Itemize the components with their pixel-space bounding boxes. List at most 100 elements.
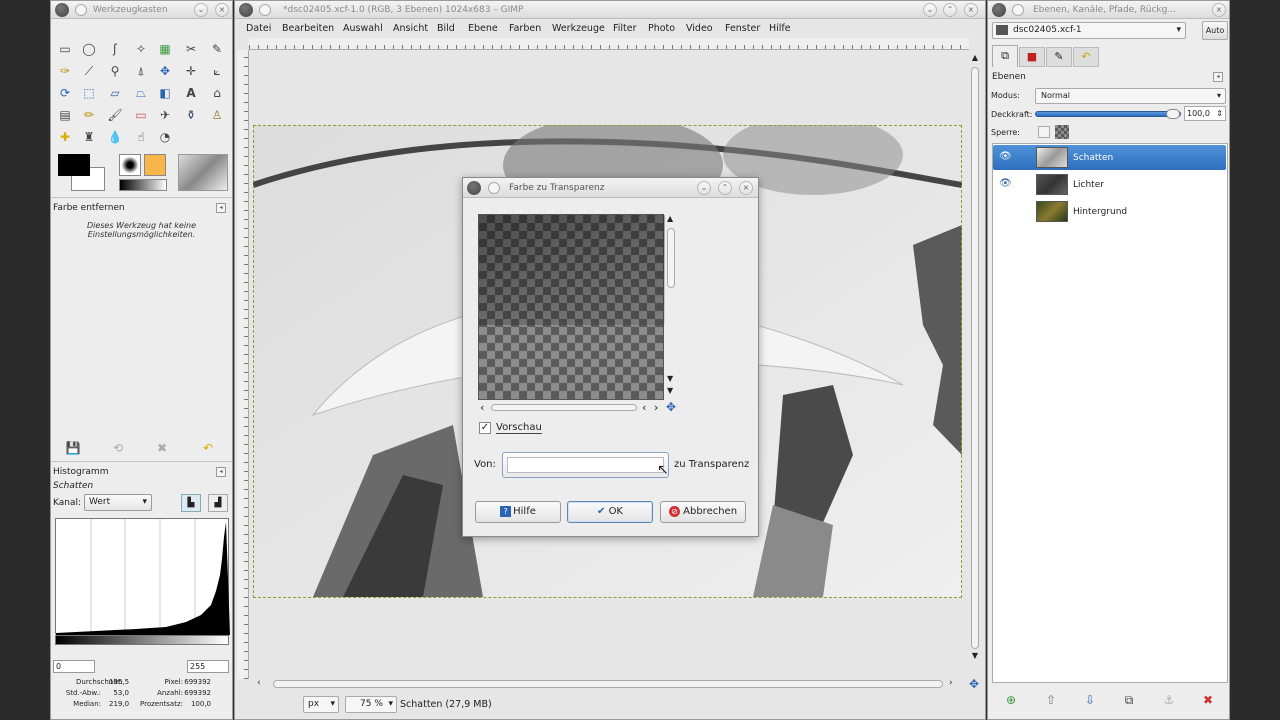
close-button[interactable]: × [739, 181, 753, 195]
scroll-left-icon[interactable]: ‹ [257, 678, 261, 688]
scissors-icon[interactable]: ✂ [181, 39, 201, 59]
unit-select[interactable]: px ▾ [303, 696, 339, 713]
lower-layer-icon[interactable]: ⇩ [1080, 690, 1100, 710]
layer-row-hintergrund[interactable]: Hintergrund [993, 199, 1226, 224]
preview-scroll-left2-icon[interactable]: ‹ [642, 401, 646, 414]
vertical-scrollbar[interactable]: ▲ ▼ [969, 53, 981, 663]
zoom-icon[interactable]: ⚲ [105, 61, 125, 81]
preview-area[interactable] [478, 214, 665, 400]
menu-werkzeuge[interactable]: Werkzeuge [552, 23, 605, 34]
linear-histogram-icon[interactable]: ▙ [181, 494, 201, 512]
menu-auswahl[interactable]: Auswahl [343, 23, 383, 34]
dodge-burn-icon[interactable]: ◔ [155, 127, 175, 147]
image-select[interactable]: dsc02405.xcf-1 ▾ [992, 22, 1186, 39]
cage-icon[interactable]: ⌂ [207, 83, 227, 103]
delete-layer-icon[interactable]: ✖ [1198, 690, 1218, 710]
move-icon[interactable]: ✥ [155, 61, 175, 81]
preview-scroll-down-icon[interactable]: ▼ [667, 374, 673, 383]
flip-icon[interactable]: ◧ [155, 83, 175, 103]
menu-filter[interactable]: Filter [613, 23, 637, 34]
smudge-icon[interactable]: ☝ [131, 127, 151, 147]
ok-button[interactable]: ✔ OK [567, 501, 653, 523]
navigate-icon[interactable]: ✥ [969, 677, 979, 691]
from-color-button[interactable] [502, 452, 669, 478]
tab-channels[interactable]: ■ [1019, 47, 1045, 67]
text-icon[interactable]: A [181, 83, 201, 103]
hscroll-thumb[interactable] [273, 680, 943, 688]
layer-row-schatten[interactable]: 👁 Schatten [993, 145, 1226, 170]
brush-preview[interactable] [119, 154, 141, 176]
raise-layer-icon[interactable]: ⇧ [1041, 690, 1061, 710]
menu-datei[interactable]: Datei [246, 23, 271, 34]
lasso-icon[interactable]: ʃ [105, 39, 125, 59]
scroll-thumb[interactable] [971, 67, 979, 649]
fuzzy-select-icon[interactable]: ✧ [131, 39, 151, 59]
menu-ebene[interactable]: Ebene [468, 23, 498, 34]
perspective-clone-icon[interactable]: ♜ [79, 127, 99, 147]
lock-alpha-icon[interactable] [1055, 125, 1069, 139]
preview-scroll-left-icon[interactable]: ‹ [480, 401, 484, 414]
preview-hscroll-thumb[interactable] [491, 404, 637, 411]
opacity-spinbox[interactable]: 100,0 ⇕ [1184, 106, 1226, 121]
horizontal-scrollbar[interactable]: ‹ › [253, 678, 963, 690]
minimize-button[interactable]: ⌄ [697, 181, 711, 195]
tab-undo[interactable]: ↶ [1073, 47, 1099, 67]
color-select-icon[interactable]: ▦ [155, 39, 175, 59]
menu-video[interactable]: Video [686, 23, 713, 34]
preview-navigate-icon[interactable]: ✥ [666, 400, 676, 414]
crop-icon[interactable]: ⟀ [207, 61, 227, 81]
menu-bearbeiten[interactable]: Bearbeiten [282, 23, 334, 34]
tab-paths[interactable]: ✎ [1046, 47, 1072, 67]
close-button[interactable]: × [1212, 3, 1226, 17]
eye-icon[interactable]: 👁 [999, 151, 1012, 162]
scale-icon[interactable]: ⬚ [79, 83, 99, 103]
minimize-button[interactable]: ⌄ [194, 3, 208, 17]
menu-hilfe[interactable]: Hilfe [769, 23, 791, 34]
mode-select[interactable]: Normal ▾ [1035, 88, 1226, 104]
maximize-button[interactable]: ⌃ [718, 181, 732, 195]
perspective-icon[interactable]: ⏢ [131, 83, 151, 103]
blend-icon[interactable]: ▤ [55, 105, 75, 125]
anchor-layer-icon[interactable]: ⚓ [1159, 690, 1179, 710]
maximize-button[interactable]: ⌃ [943, 3, 957, 17]
menu-fenster[interactable]: Fenster [725, 23, 760, 34]
menu-circle-icon[interactable] [488, 182, 500, 194]
save-options-icon[interactable]: 💾 [63, 438, 83, 458]
close-button[interactable]: × [964, 3, 978, 17]
menu-bild[interactable]: Bild [437, 23, 455, 34]
channel-select[interactable]: Wert ▾ [84, 494, 152, 511]
eraser-icon[interactable]: ▭ [131, 105, 151, 125]
close-button[interactable]: × [215, 3, 229, 17]
log-histogram-icon[interactable]: ▟ [208, 494, 228, 512]
layer-row-lichter[interactable]: 👁 Lichter [993, 172, 1226, 197]
preview-scroll-right-icon[interactable]: › [654, 401, 658, 414]
foreground-select-icon[interactable]: ✎ [207, 39, 227, 59]
scroll-right-icon[interactable]: › [949, 678, 953, 688]
preview-label[interactable]: Vorschau [496, 422, 542, 434]
paths-icon[interactable]: ✑ [55, 61, 75, 81]
heal-icon[interactable]: ✚ [55, 127, 75, 147]
rect-select-icon[interactable]: ▭ [55, 39, 75, 59]
menu-ansicht[interactable]: Ansicht [393, 23, 428, 34]
duplicate-layer-icon[interactable]: ⧉ [1119, 690, 1139, 710]
minimize-button[interactable]: ⌄ [923, 3, 937, 17]
preview-vscroll-thumb[interactable] [667, 228, 675, 288]
clone-icon[interactable]: ♙ [207, 105, 227, 125]
preview-scroll-down2-icon[interactable]: ▼ [667, 386, 673, 395]
range-max-input[interactable]: 255 [187, 660, 229, 673]
layers-panel-menu-button[interactable]: ◂ [1213, 72, 1223, 82]
auto-button[interactable]: Auto [1202, 21, 1228, 40]
pattern-preview[interactable] [144, 154, 166, 176]
gradient-preview[interactable] [119, 179, 167, 191]
histogram-graph[interactable] [55, 518, 230, 635]
airbrush-icon[interactable]: ✈ [155, 105, 175, 125]
restore-options-icon[interactable]: ⟲ [108, 438, 128, 458]
panel-menu-button[interactable]: ◂ [216, 203, 226, 213]
color-picker-icon[interactable]: ⟋ [79, 61, 99, 81]
preview-checkbox[interactable]: ✓ [479, 422, 491, 434]
delete-options-icon[interactable]: ✖ [152, 438, 172, 458]
ellipse-select-icon[interactable]: ◯ [79, 39, 99, 59]
help-button[interactable]: ? Hilfe [475, 501, 561, 523]
reset-options-icon[interactable]: ↶ [198, 438, 218, 458]
menu-farben[interactable]: Farben [509, 23, 541, 34]
